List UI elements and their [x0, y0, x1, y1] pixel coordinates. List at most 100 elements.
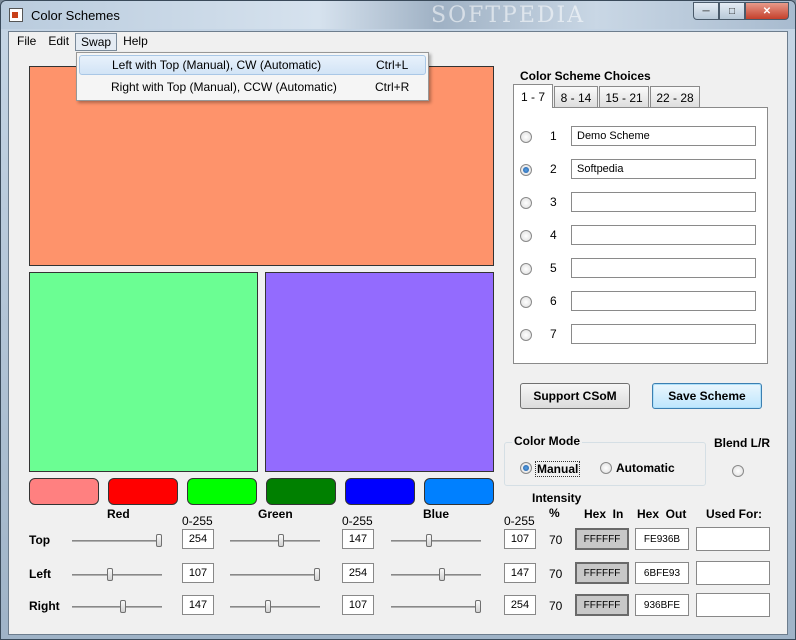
top-red-value[interactable]: 254	[182, 529, 214, 549]
scheme-radio-6[interactable]	[520, 296, 532, 308]
top-intensity-value: 70	[549, 533, 563, 547]
left-green-value[interactable]: 254	[342, 563, 374, 583]
maximize-button[interactable]: □	[719, 2, 745, 20]
top-blue-slider[interactable]	[391, 534, 481, 548]
menu-file[interactable]: File	[11, 32, 42, 50]
tab-8-14[interactable]: 8 - 14	[554, 86, 598, 108]
scheme-radio-5[interactable]	[520, 263, 532, 275]
scheme-radio-7[interactable]	[520, 329, 532, 341]
left-red-slider[interactable]	[72, 568, 162, 582]
right-hex-out: 936BFE	[635, 594, 689, 616]
left-red-value[interactable]: 107	[182, 563, 214, 583]
scheme-number: 3	[550, 195, 557, 209]
automatic-radio[interactable]	[600, 462, 612, 474]
left-intensity-value: 70	[549, 567, 563, 581]
preset-green-button[interactable]	[187, 478, 257, 505]
green-range-label: 0-255	[342, 514, 373, 528]
right-blue-slider[interactable]	[391, 600, 481, 614]
scheme-name-input[interactable]	[571, 291, 756, 311]
blend-label: Blend L/R	[714, 436, 770, 450]
blend-radio[interactable]	[732, 465, 744, 477]
top-green-value[interactable]: 147	[342, 529, 374, 549]
right-hex-in[interactable]: FFFFFF	[575, 594, 629, 616]
scheme-name-input[interactable]	[571, 324, 756, 344]
scheme-number: 7	[550, 327, 557, 341]
right-color-swatch	[265, 272, 494, 472]
title-bar[interactable]: Color Schemes SOFTPEDIA ─ □ ✕	[1, 1, 795, 29]
right-intensity-value: 70	[549, 599, 563, 613]
right-green-slider[interactable]	[230, 600, 320, 614]
tab-22-28[interactable]: 22 - 28	[650, 86, 700, 108]
menu-option-right-with-top[interactable]: Right with Top (Manual), CCW (Automatic)…	[79, 77, 426, 97]
preset-light-red-button[interactable]	[29, 478, 99, 505]
tab-15-21[interactable]: 15 - 21	[599, 86, 649, 108]
left-row-label: Left	[29, 567, 51, 581]
scheme-name-input[interactable]	[571, 225, 756, 245]
option-label: Left with Top (Manual), CW (Automatic)	[112, 58, 322, 72]
save-scheme-button[interactable]: Save Scheme	[652, 383, 762, 409]
close-button[interactable]: ✕	[745, 2, 789, 20]
manual-radio[interactable]	[520, 462, 532, 474]
watermark: SOFTPEDIA	[431, 3, 586, 28]
scheme-radio-3[interactable]	[520, 197, 532, 209]
right-used-for-field[interactable]	[696, 593, 770, 617]
tab-1-7[interactable]: 1 - 7	[513, 84, 553, 108]
close-icon: ✕	[762, 5, 772, 17]
left-blue-slider[interactable]	[391, 568, 481, 582]
top-red-slider[interactable]	[72, 534, 162, 548]
scheme-radio-4[interactable]	[520, 230, 532, 242]
option-label: Right with Top (Manual), CCW (Automatic)	[111, 80, 337, 94]
intensity-header: Intensity	[532, 491, 582, 505]
top-row-label: Top	[29, 533, 51, 547]
menu-option-left-with-top[interactable]: Left with Top (Manual), CW (Automatic) C…	[79, 55, 426, 75]
left-hex-in[interactable]: FFFFFF	[575, 562, 629, 584]
right-green-value[interactable]: 107	[342, 595, 374, 615]
right-blue-value[interactable]: 254	[504, 595, 536, 615]
top-hex-in[interactable]: FFFFFF	[575, 528, 629, 550]
scheme-name-input[interactable]: Softpedia	[571, 159, 756, 179]
right-red-slider[interactable]	[72, 600, 162, 614]
scheme-name-input[interactable]	[571, 258, 756, 278]
scheme-number: 1	[550, 129, 557, 143]
preset-red-button[interactable]	[108, 478, 178, 505]
scheme-radio-1[interactable]	[520, 131, 532, 143]
left-used-for-field[interactable]	[696, 561, 770, 585]
top-hex-out: FE936B	[635, 528, 689, 550]
top-green-slider[interactable]	[230, 534, 320, 548]
scheme-number: 6	[550, 294, 557, 308]
hex-in-header: Hex In	[584, 507, 624, 521]
automatic-label[interactable]: Automatic	[616, 461, 675, 475]
manual-label[interactable]: Manual	[535, 461, 581, 477]
scheme-name-input[interactable]: Demo Scheme	[571, 126, 756, 146]
top-used-for-field[interactable]	[696, 527, 770, 551]
menu-swap[interactable]: Swap	[75, 33, 118, 51]
right-red-value[interactable]: 147	[182, 595, 214, 615]
minimize-icon: ─	[702, 5, 710, 17]
support-csom-button[interactable]: Support CSoM	[520, 383, 630, 409]
hex-out-header: Hex Out	[637, 507, 687, 521]
left-hex-out: 6BFE93	[635, 562, 689, 584]
scheme-number: 2	[550, 162, 557, 176]
menu-help[interactable]: Help	[117, 32, 154, 50]
preset-dark-green-button[interactable]	[266, 478, 336, 505]
color-mode-title: Color Mode	[512, 434, 582, 448]
preset-blue-button[interactable]	[345, 478, 415, 505]
intensity-unit: %	[549, 506, 560, 520]
left-blue-value[interactable]: 147	[504, 563, 536, 583]
scheme-name-input[interactable]	[571, 192, 756, 212]
scheme-choices-heading: Color Scheme Choices	[520, 69, 651, 83]
right-row-label: Right	[29, 599, 60, 613]
top-blue-value[interactable]: 107	[504, 529, 536, 549]
left-color-swatch	[29, 272, 258, 472]
scheme-radio-2[interactable]	[520, 164, 532, 176]
left-green-slider[interactable]	[230, 568, 320, 582]
blue-range-label: 0-255	[504, 514, 535, 528]
menu-edit[interactable]: Edit	[42, 32, 75, 50]
green-label: Green	[258, 507, 293, 521]
used-for-header: Used For:	[706, 507, 763, 521]
blue-label: Blue	[423, 507, 450, 521]
window-title: Color Schemes	[31, 8, 120, 23]
preset-light-blue-button[interactable]	[424, 478, 494, 505]
maximize-icon: □	[728, 5, 736, 17]
minimize-button[interactable]: ─	[693, 2, 719, 20]
